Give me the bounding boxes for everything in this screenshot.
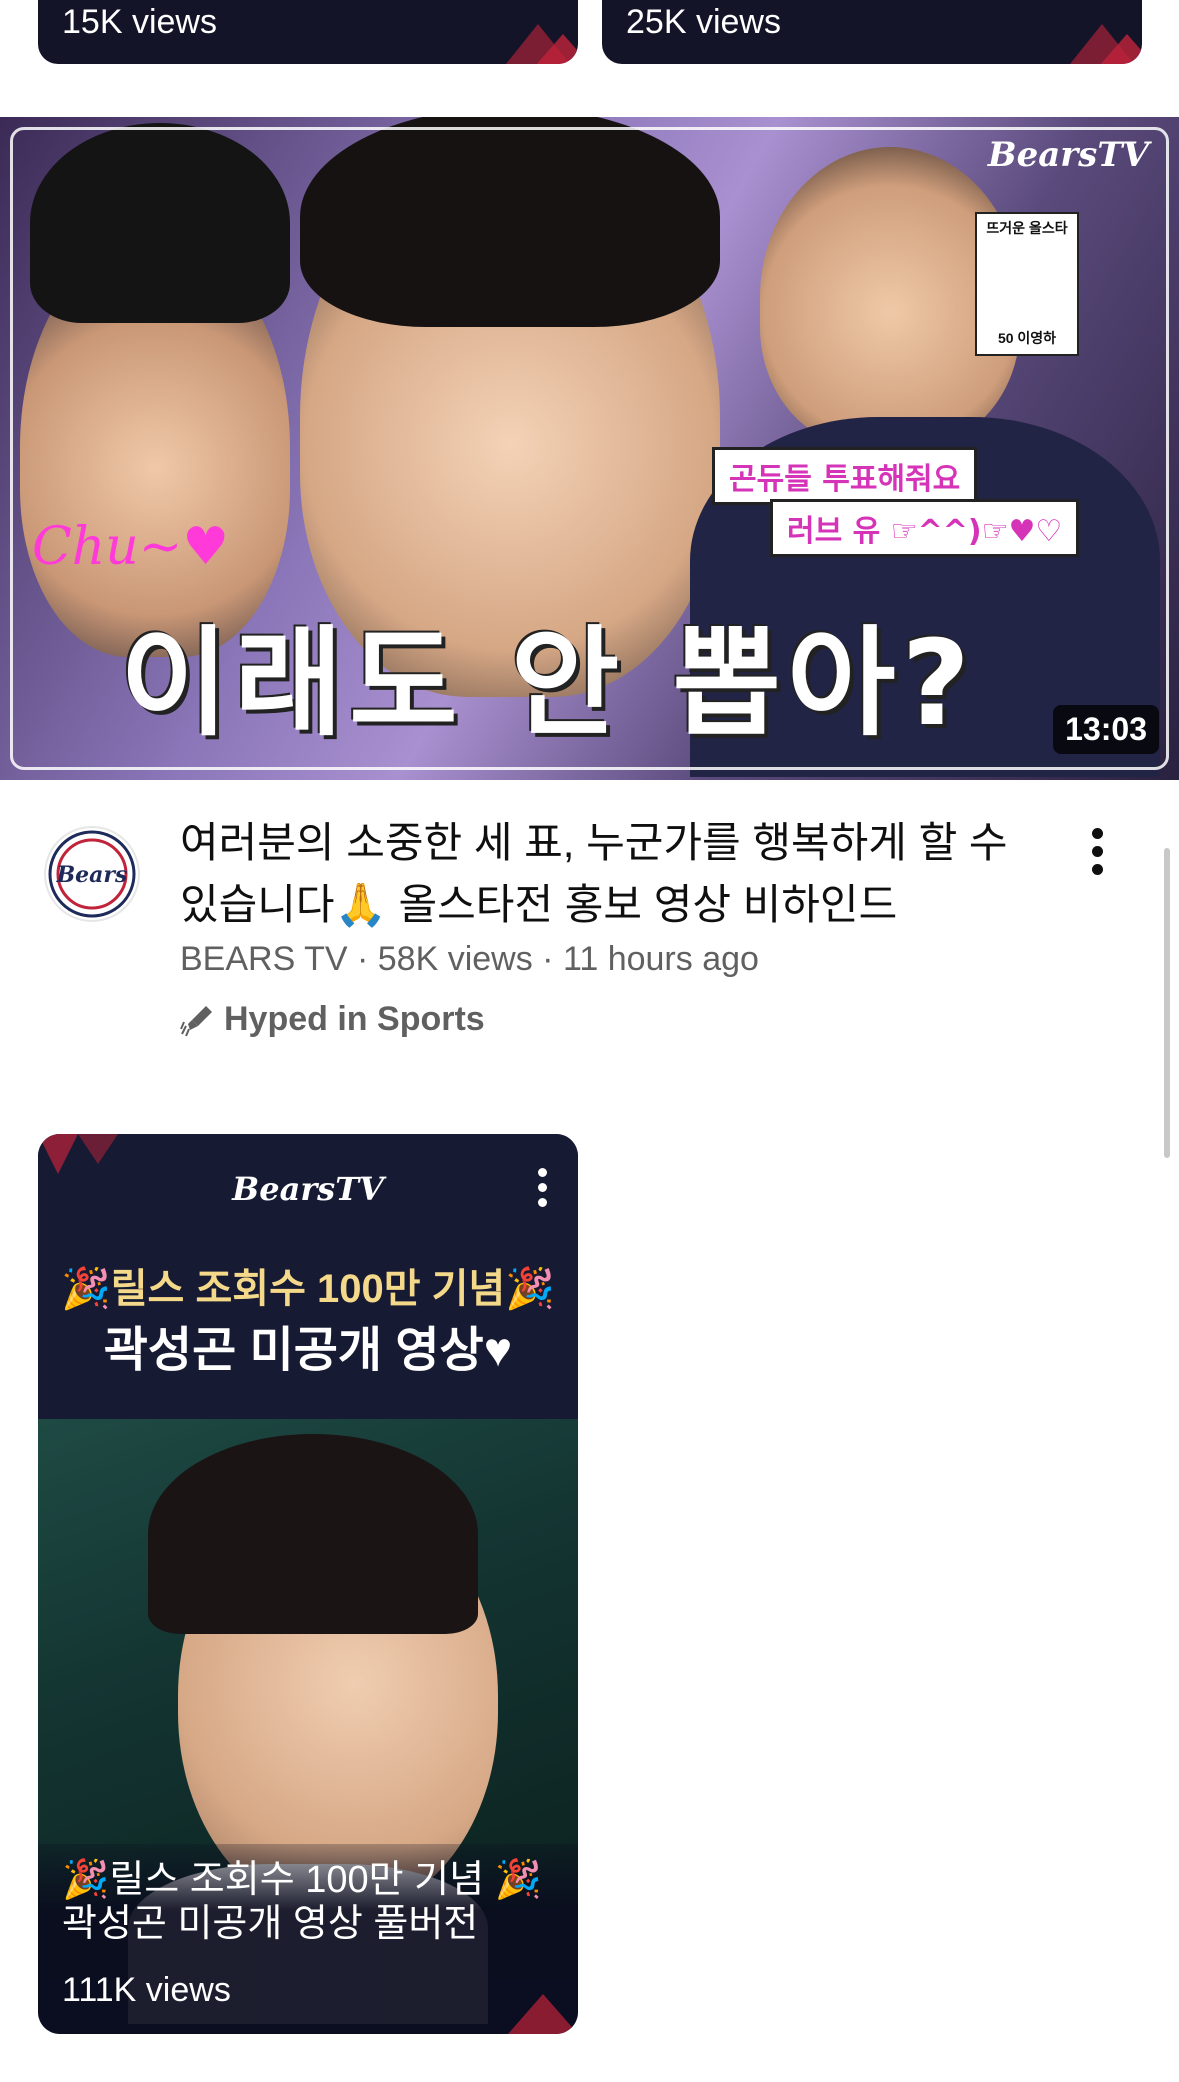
chevron-decoration-icon: [506, 24, 578, 64]
channel-name[interactable]: BEARS TV: [180, 940, 348, 978]
separator: ·: [532, 940, 563, 978]
video-duration-badge: 13:03: [1053, 705, 1159, 754]
short-title[interactable]: 🎉릴스 조회수 100만 기념 🎉곽성곤 미공개 영상 풀버전: [62, 1858, 552, 1946]
thumbnail-sticker-2: 러브 유 ☞^^)☞♥♡: [770, 499, 1080, 557]
separator: ·: [347, 940, 378, 978]
hype-badge[interactable]: Hyped in Sports: [180, 1000, 485, 1039]
hype-rocket-icon: [180, 1005, 212, 1036]
short-views: 111K views: [62, 1971, 231, 2009]
short-views: 25K views: [626, 3, 781, 41]
more-options-icon[interactable]: [1082, 828, 1112, 888]
short-overlay-line2: 곽성곤 미공개 영상♥: [103, 1324, 513, 1377]
hype-label: Hyped in Sports: [224, 1000, 485, 1038]
short-card-top-left[interactable]: 15K views: [38, 0, 578, 64]
short-overlay-line1: 🎉릴스 조회수 100만 기념🎉: [60, 1267, 556, 1311]
thumbnail-chu-text: Chu~♥: [32, 517, 229, 577]
video-meta: Bears 여러분의 소중한 세 표, 누군가를 행복하게 할 수 있습니다🙏 …: [0, 780, 1179, 1080]
short-card-top-right[interactable]: 25K views: [602, 0, 1142, 64]
bears-tv-logo: BearsTV: [232, 1170, 384, 1208]
avatar-text: Bears: [56, 862, 128, 888]
bears-tv-logo: BearsTV: [987, 135, 1149, 175]
upload-age: 11 hours ago: [562, 940, 759, 978]
video-title[interactable]: 여러분의 소중한 세 표, 누군가를 행복하게 할 수 있습니다🙏 올스타전 홍…: [180, 812, 1040, 936]
short-info: 🎉릴스 조회수 100만 기념 🎉곽성곤 미공개 영상 풀버전 111K vie…: [38, 1844, 578, 2034]
bears-logo-icon: Bears: [48, 830, 136, 918]
short-person-hair: [148, 1434, 478, 1634]
chevron-decoration-icon: [1070, 24, 1142, 64]
short-card[interactable]: BearsTV 🎉릴스 조회수 100만 기념🎉 곽성곤 미공개 영상♥ 🎉릴스…: [38, 1134, 578, 2034]
chevron-decoration-icon: [508, 1994, 578, 2034]
channel-avatar[interactable]: Bears: [44, 826, 140, 922]
video-subline: BEARS TV · 58K views · 11 hours ago: [180, 940, 759, 979]
thumbnail-sticker-1: 곤듀들 투표해줘요: [712, 447, 978, 505]
scrollbar[interactable]: [1164, 848, 1170, 1158]
thumbnail-headline: 이래도 안 뽑아?: [120, 614, 976, 752]
view-count: 58K views: [377, 940, 533, 978]
video-thumbnail[interactable]: 뜨거운 올스타 50 이영하 BearsTV 곤듀들 투표해줘요 러브 유 ☞^…: [0, 117, 1179, 780]
short-more-options-icon[interactable]: [538, 1168, 550, 1213]
short-views: 15K views: [62, 3, 217, 41]
